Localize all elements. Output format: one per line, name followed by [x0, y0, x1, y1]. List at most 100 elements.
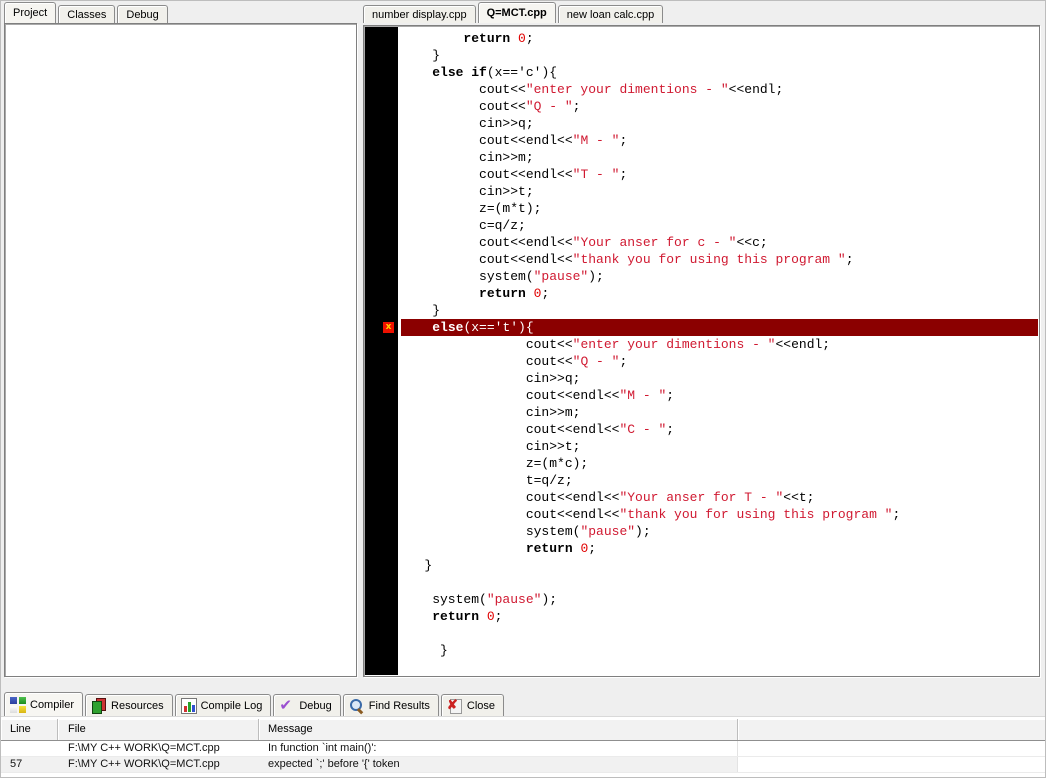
code-line[interactable]: system("pause"); [401, 591, 1038, 608]
code-line[interactable]: else if(x=='c'){ [401, 64, 1038, 81]
column-header-file[interactable]: File [58, 719, 259, 740]
code-line[interactable]: cin>>q; [401, 115, 1038, 132]
code-token: <<endl; [729, 82, 784, 97]
code-token: "T - " [573, 167, 620, 182]
compiler-output-row[interactable]: F:\MY C++ WORK\Q=MCT.cppIn function `int… [1, 741, 1045, 757]
code-line[interactable] [401, 625, 1038, 642]
code-token: ; [588, 541, 596, 556]
code-line[interactable]: cout<<endl<<"thank you for using this pr… [401, 506, 1038, 523]
code-line[interactable]: cin>>t; [401, 183, 1038, 200]
code-line[interactable]: return 0; [401, 30, 1038, 47]
code-line[interactable]: cin>>m; [401, 149, 1038, 166]
compiler-output-row[interactable]: 57F:\MY C++ WORK\Q=MCT.cppexpected `;' b… [1, 757, 1045, 773]
code-line[interactable]: cout<<"Q - "; [401, 353, 1038, 370]
compiler-output-panel: LineFileMessage F:\MY C++ WORK\Q=MCT.cpp… [1, 717, 1045, 777]
code-line[interactable]: cout<<endl<<"Your anser for T - "<<t; [401, 489, 1038, 506]
code-token: ; [573, 99, 581, 114]
cell-filler [738, 757, 1045, 772]
code-line[interactable]: system("pause"); [401, 268, 1038, 285]
cell-file: F:\MY C++ WORK\Q=MCT.cpp [58, 741, 259, 756]
cell-line [1, 741, 58, 756]
tab-label: Debug [126, 9, 158, 21]
column-header-line[interactable]: Line [1, 719, 58, 740]
code-line[interactable] [401, 574, 1038, 591]
code-line[interactable]: return 0; [401, 608, 1038, 625]
output-tab-compiler[interactable]: Compiler [4, 692, 83, 716]
file-tab-new-loan-calc-cpp[interactable]: new loan calc.cpp [558, 5, 663, 23]
project-tree-panel[interactable] [4, 23, 357, 677]
debug-check-icon [279, 698, 295, 714]
code-area[interactable]: return 0; } else if(x=='c'){ cout<<"ente… [401, 27, 1038, 675]
top-tab-bar: ProjectClasses Debug number display.cpp Q=… [1, 1, 1045, 23]
code-token: cout<< [401, 99, 526, 114]
cell-message: expected `;' before '{' token [259, 757, 738, 772]
code-token: ; [619, 133, 627, 148]
code-token: (x=='t'){ [463, 320, 533, 335]
column-header-message[interactable]: Message [259, 719, 738, 740]
code-token: ); [588, 269, 604, 284]
tab-label: number display.cpp [372, 9, 467, 21]
output-tab-close[interactable]: Close [441, 694, 504, 716]
code-line[interactable]: } [401, 302, 1038, 319]
code-token: cin>>t; [401, 184, 534, 199]
code-line[interactable]: } [401, 642, 1038, 659]
code-line[interactable]: return 0; [401, 285, 1038, 302]
code-token: "C - " [619, 422, 666, 437]
cell-filler [738, 741, 1045, 756]
code-line[interactable]: z=(m*c); [401, 455, 1038, 472]
code-token: return [463, 31, 510, 46]
code-token [401, 31, 463, 46]
code-line[interactable]: cout<<endl<<"T - "; [401, 166, 1038, 183]
output-tab-find-results[interactable]: Find Results [343, 694, 439, 716]
error-highlighted-code-line[interactable]: else(x=='t'){ [401, 319, 1038, 336]
code-token: ; [666, 422, 674, 437]
file-tab-number-display-cpp[interactable]: number display.cpp [363, 5, 476, 23]
code-line[interactable]: cin>>t; [401, 438, 1038, 455]
output-tab-debug[interactable]: Debug [273, 694, 340, 716]
code-token: ); [541, 592, 557, 607]
column-header-filler[interactable] [738, 719, 1045, 740]
code-line[interactable]: cout<<endl<<"thank you for using this pr… [401, 251, 1038, 268]
code-token [526, 286, 534, 301]
tab-debug[interactable]: Debug [117, 5, 167, 23]
code-line[interactable]: cout<<endl<<"M - "; [401, 132, 1038, 149]
code-token: ; [892, 507, 900, 522]
code-token: ; [666, 388, 674, 403]
error-marker-icon: x [383, 322, 394, 333]
code-line[interactable]: cout<<"Q - "; [401, 98, 1038, 115]
code-line[interactable]: system("pause"); [401, 523, 1038, 540]
code-token: ; [541, 286, 549, 301]
code-line[interactable]: } [401, 47, 1038, 64]
code-token: cout<<endl<< [401, 235, 573, 250]
editor-gutter[interactable] [365, 27, 398, 675]
output-tab-compile-log[interactable]: Compile Log [175, 694, 272, 716]
code-line[interactable]: z=(m*t); [401, 200, 1038, 217]
output-tab-resources[interactable]: Resources [85, 694, 173, 716]
code-line[interactable]: return 0; [401, 540, 1038, 557]
code-line[interactable]: t=q/z; [401, 472, 1038, 489]
compile-log-icon [181, 698, 197, 714]
code-line[interactable]: cout<<endl<<"C - "; [401, 421, 1038, 438]
code-token: else [432, 320, 463, 335]
code-token: cout<<endl<< [401, 490, 619, 505]
code-token: (x=='c'){ [487, 65, 557, 80]
code-line[interactable]: cin>>q; [401, 370, 1038, 387]
cell-message: In function `int main()': [259, 741, 738, 756]
code-line[interactable]: } [401, 557, 1038, 574]
code-line[interactable]: c=q/z; [401, 217, 1038, 234]
code-line[interactable]: cout<<endl<<"Your anser for c - "<<c; [401, 234, 1038, 251]
code-editor-panel: x return 0; } else if(x=='c'){ cout<<"en… [363, 25, 1040, 677]
code-line[interactable]: cout<<"enter your dimentions - "<<endl; [401, 336, 1038, 353]
code-token: 0 [518, 31, 526, 46]
code-line[interactable]: cin>>m; [401, 404, 1038, 421]
file-tab-q-mct-cpp[interactable]: Q=MCT.cpp [478, 2, 556, 23]
tab-classes[interactable]: Classes [58, 5, 115, 23]
code-line[interactable]: cout<<"enter your dimentions - "<<endl; [401, 81, 1038, 98]
code-token: "enter your dimentions - " [526, 82, 729, 97]
code-line[interactable]: cout<<endl<<"M - "; [401, 387, 1038, 404]
code-token: cin>>m; [401, 150, 534, 165]
code-token [479, 609, 487, 624]
tab-project[interactable]: Project [4, 2, 56, 23]
code-token: "thank you for using this program " [619, 507, 892, 522]
code-token: "M - " [573, 133, 620, 148]
